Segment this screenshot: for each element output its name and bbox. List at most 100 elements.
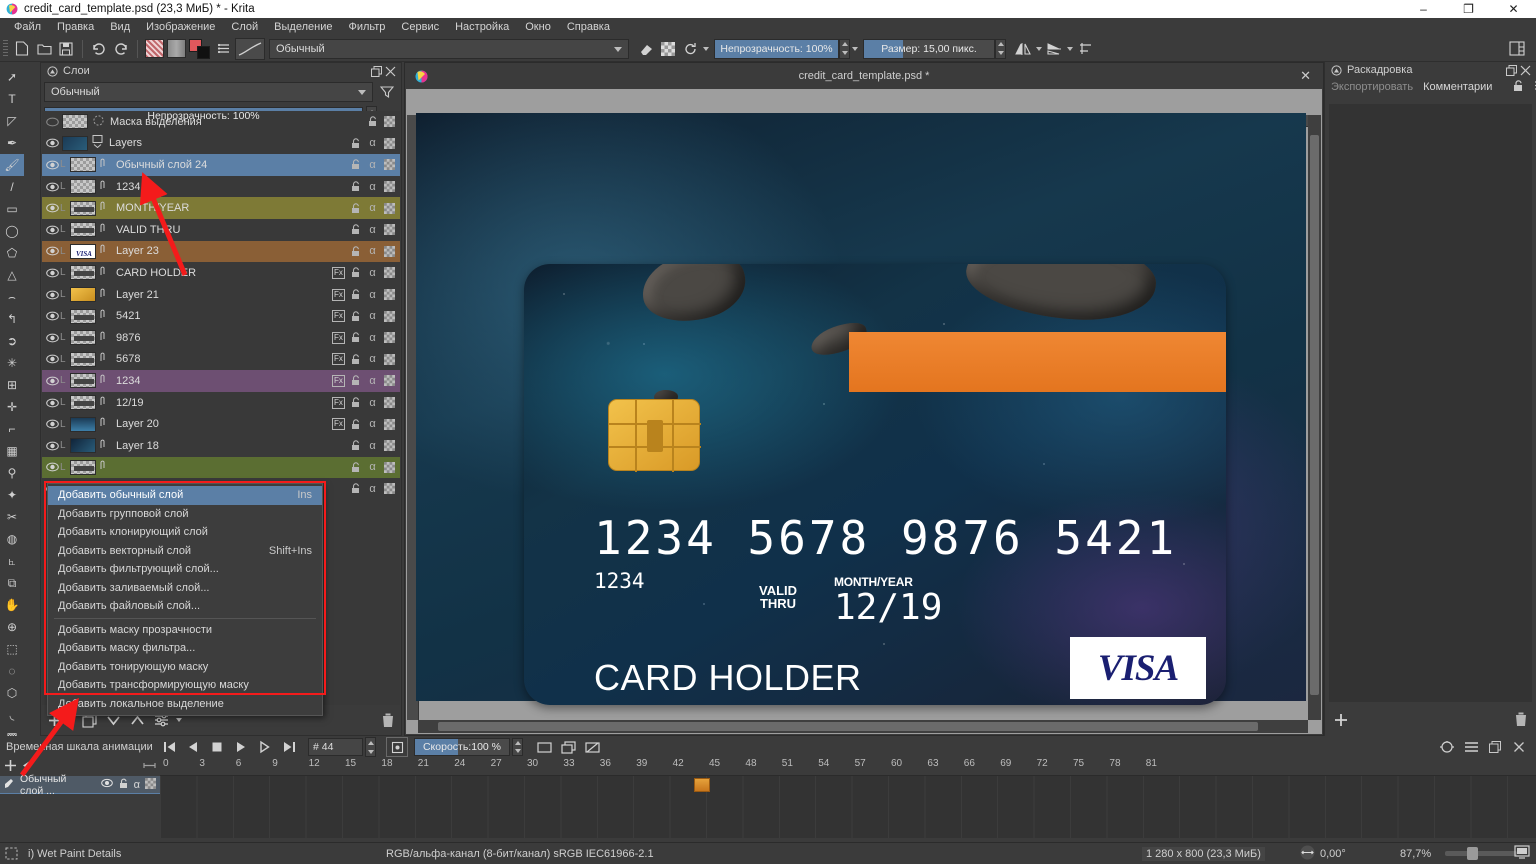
layer-visibility-icon[interactable] [44,395,60,411]
auto-keyframe-icon[interactable] [386,737,408,757]
remove-frame-icon[interactable] [581,737,603,757]
timeline-frame-grid[interactable] [160,776,1536,838]
layer-thumbnail[interactable] [70,330,96,346]
layer-alpha-icon[interactable]: α [366,223,379,236]
layer-thumbnail[interactable] [70,459,96,475]
opacity-spinner[interactable] [839,38,850,59]
text-tool[interactable]: T [0,88,24,110]
zoom-slider[interactable] [1445,847,1517,860]
layer-alpha-icon[interactable]: α [366,331,379,344]
next-frame-icon[interactable] [254,737,276,757]
layer-row[interactable]: Layers α [42,133,400,155]
reference-images-tool[interactable]: ⧉ [0,572,24,594]
layer-lock-icon[interactable] [349,202,362,215]
layer-name[interactable]: 9876 [116,332,140,344]
layer-alpha-lock-icon[interactable] [383,245,396,258]
ellipse-tool[interactable]: ◯ [0,220,24,242]
layer-thumbnail[interactable] [70,287,96,303]
layer-alpha-icon[interactable]: α [366,482,379,495]
layer-row[interactable]: L 1234 Fx α [42,370,400,392]
context-menu-item[interactable]: Добавить групповой слой [48,505,322,524]
context-menu-item[interactable]: Добавить файловый слой... [48,597,322,616]
layer-lock-icon[interactable] [349,331,362,344]
reload-dropdown-icon[interactable] [701,39,710,59]
pan-tool[interactable]: ✋ [0,594,24,616]
layer-lock-icon[interactable] [349,461,362,474]
layer-alpha-icon[interactable]: α [366,137,379,150]
layer-visibility-icon[interactable] [44,179,60,195]
layer-row[interactable]: Lα [42,456,400,479]
menu-help[interactable]: Справка [559,19,618,35]
add-frame-icon[interactable] [533,737,555,757]
skip-to-last-frame-icon[interactable] [278,737,300,757]
brush-presets-icon[interactable] [213,38,235,60]
layer-visibility-icon[interactable] [44,287,60,303]
delete-layer-icon[interactable] [377,709,399,731]
polygonal-select-tool[interactable]: ⬡ [0,682,24,704]
layer-alpha-lock-icon[interactable] [383,137,396,150]
layer-alpha-icon[interactable]: α [366,288,379,301]
context-menu-item[interactable]: Добавить локальное выделение [48,695,322,714]
layer-alpha-icon[interactable]: α [366,202,379,215]
layer-lock-icon[interactable] [349,482,362,495]
storyboard-comments-button[interactable]: Комментарии [1423,81,1492,93]
layer-thumbnail[interactable] [70,373,96,389]
minimize-button[interactable]: – [1401,0,1446,18]
reload-preset-icon[interactable] [679,38,701,60]
brush-preview-icon[interactable] [235,37,265,60]
context-menu-item[interactable]: Добавить тонирующую маску [48,658,322,677]
context-menu-item[interactable]: Добавить клонирующий слой [48,523,322,542]
context-menu-item[interactable]: Добавить маску прозрачности [48,621,322,640]
layer-thumbnail[interactable] [62,114,88,130]
menu-edit[interactable]: Правка [49,19,102,35]
timeline-track-lock-icon[interactable] [118,778,129,792]
layer-lock-icon[interactable] [349,223,362,236]
layer-thumbnail[interactable] [70,395,96,411]
layer-lock-icon[interactable] [349,266,362,279]
layer-thumbnail[interactable] [70,179,96,195]
context-menu-item[interactable]: Добавить маску фильтра... [48,639,322,658]
canvas-rotation-group[interactable]: 0,00° [1300,845,1346,863]
layer-alpha-icon[interactable]: α [366,353,379,366]
layer-alpha-lock-icon[interactable] [383,418,396,431]
timeline-track-visibility-icon[interactable] [100,778,113,791]
transform-tool[interactable]: ⊞ [0,374,24,396]
menu-settings[interactable]: Настройка [447,19,517,35]
layer-hidden-icon[interactable] [44,114,60,130]
layer-thumbnail[interactable] [70,265,96,281]
layer-row[interactable]: L Обычный слой 24 α [42,154,400,176]
elliptical-select-tool[interactable]: ◌ [0,660,24,682]
layer-thumbnail[interactable] [70,308,96,324]
layer-lock-icon[interactable] [349,158,362,171]
keyframe-marker[interactable] [693,778,710,792]
close-button[interactable]: ✕ [1491,0,1536,18]
layer-thumbnail[interactable] [70,438,96,454]
mirror-vertical-icon[interactable] [1043,38,1065,60]
assistant-tool[interactable]: ◍ [0,528,24,550]
size-slider[interactable]: Размер: 15,00 пикс. [863,38,995,59]
layer-visibility-icon[interactable] [44,157,60,173]
rectangle-tool[interactable]: ▭ [0,198,24,220]
layer-row[interactable]: L VISA Layer 23 α [42,240,400,263]
calligraphy-tool[interactable]: ✒ [0,132,24,154]
line-tool[interactable]: / [0,176,24,198]
layer-lock-icon[interactable] [349,310,362,323]
layer-thumbnail[interactable] [70,416,96,432]
play-icon[interactable] [230,737,252,757]
layer-lock-icon[interactable] [349,396,362,409]
freehand-path-tool[interactable]: ↰ [0,308,24,330]
layer-name[interactable]: 1234 [116,375,140,387]
close-docker-icon[interactable] [383,64,397,78]
save-icon[interactable] [55,38,77,60]
canvas-rotation-icon[interactable] [1300,845,1315,863]
layer-row[interactable]: L 5678 Fx α [42,349,400,371]
layer-alpha-lock-icon[interactable] [383,158,396,171]
layer-alpha-lock-icon[interactable] [383,202,396,215]
layer-alpha-icon[interactable]: α [366,418,379,431]
menu-filter[interactable]: Фильтр [340,19,393,35]
layer-row[interactable]: L 5421 Fx α [42,305,400,327]
layer-fx-icon[interactable]: Fx [332,353,345,366]
layer-visibility-icon[interactable] [44,308,60,324]
layer-name[interactable]: 5421 [116,310,140,322]
menu-image[interactable]: Изображение [138,19,223,35]
